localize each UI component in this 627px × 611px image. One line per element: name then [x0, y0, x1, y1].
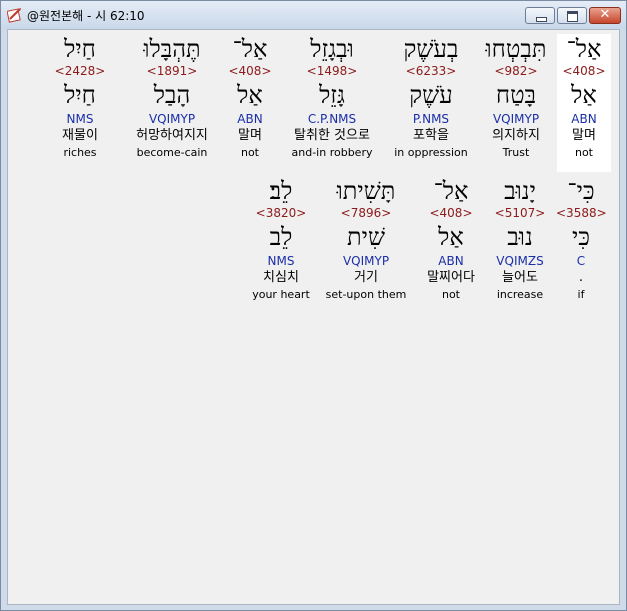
- title-bar[interactable]: @원전본해 - 시 62:10 ✕: [1, 1, 626, 29]
- hebrew-word: תֶּהְבָּלוּ: [143, 35, 201, 63]
- app-icon: [7, 8, 21, 23]
- close-icon: ✕: [599, 7, 611, 22]
- app-window: @원전본해 - 시 62:10 ✕ אַל־ <408> אַל ABN 말며 …: [0, 0, 627, 611]
- word-item[interactable]: אַל־ <408> אַל ABN 말며 not: [557, 34, 611, 172]
- hebrew-root: אַל: [571, 81, 597, 109]
- strong-number: <7896>: [340, 206, 392, 220]
- strong-number: <408>: [562, 64, 606, 78]
- korean-gloss: 거기: [354, 270, 378, 285]
- morph-code: VQIMZS: [496, 254, 544, 268]
- english-gloss: not: [240, 146, 259, 159]
- english-gloss: and-in robbery: [291, 146, 373, 159]
- hebrew-root: גָּזֵל: [319, 81, 345, 109]
- morph-code: VQIMYP: [492, 112, 540, 126]
- hebrew-word: לֵב׃: [269, 177, 293, 205]
- hebrew-word: אַל־: [433, 177, 469, 205]
- word-item[interactable]: לֵב׃ <3820> לֵב NMS 치심치 your heart: [246, 176, 316, 303]
- word-item[interactable]: בְעֹשֶׁק <6233> עֹשֶׁק P.NMS 포학을 in oppr…: [388, 34, 474, 161]
- hebrew-root: נוּב: [507, 223, 533, 251]
- hebrew-root: אַל: [237, 81, 263, 109]
- english-gloss: riches: [63, 146, 97, 159]
- word-item[interactable]: יָנוּב <5107> נוּב VQIMZS 늘어도 increase: [490, 176, 550, 303]
- english-gloss: become-cain: [136, 146, 208, 159]
- morph-code: P.NMS: [412, 112, 450, 126]
- korean-gloss: 말며: [238, 128, 262, 143]
- korean-gloss: 치심치: [263, 270, 299, 285]
- english-gloss: your heart: [252, 288, 310, 301]
- hebrew-word: כִּי־: [567, 177, 595, 205]
- word-item[interactable]: וּבְגָזֵל <1498> גָּזֵל C.P.NMS 탈취한 것으로 …: [282, 34, 382, 161]
- morph-code: ABN: [237, 112, 263, 126]
- maximize-button[interactable]: [557, 7, 587, 24]
- strong-number: <408>: [429, 206, 473, 220]
- korean-gloss: 늘어도: [502, 270, 538, 285]
- strong-number: <5107>: [494, 206, 546, 220]
- hebrew-word: יָנוּב: [504, 177, 536, 205]
- korean-gloss: 포학을: [413, 128, 449, 143]
- korean-gloss: 허망하여지지: [136, 128, 208, 143]
- hebrew-root: בָּטַח: [495, 81, 537, 109]
- morph-code: VQIMYP: [342, 254, 390, 268]
- korean-gloss: 의지하지: [492, 128, 540, 143]
- close-button[interactable]: ✕: [589, 7, 621, 24]
- english-gloss: increase: [496, 288, 544, 301]
- strong-number: <1498>: [306, 64, 358, 78]
- english-gloss: not: [574, 146, 593, 159]
- english-gloss: not: [441, 288, 460, 301]
- morph-code: NMS: [66, 112, 94, 126]
- english-gloss: in oppression: [394, 146, 468, 159]
- korean-gloss: 말며: [572, 128, 596, 143]
- hebrew-word: אַל־: [232, 35, 268, 63]
- interlinear-panel[interactable]: אַל־ <408> אַל ABN 말며 not תִּבְטְחוּ <98…: [7, 29, 620, 605]
- morph-code: ABN: [571, 112, 597, 126]
- hebrew-root: שִׁית: [347, 223, 385, 251]
- morph-code: NMS: [267, 254, 295, 268]
- strong-number: <3588>: [556, 206, 607, 220]
- hebrew-word: אַל־: [566, 35, 602, 63]
- hebrew-root: כִּי: [571, 223, 591, 251]
- morph-code: VQIMYP: [148, 112, 196, 126]
- word-item[interactable]: תָּשִׁיתוּ <7896> שִׁית VQIMYP 거기 set-up…: [320, 176, 412, 303]
- word-item[interactable]: אַל־ <408> אַל ABN 말며 not: [226, 34, 274, 161]
- strong-number: <1891>: [146, 64, 198, 78]
- hebrew-word: וּבְגָזֵל: [310, 35, 354, 63]
- word-item[interactable]: תֶּהְבָּלוּ <1891> הָבַל VQIMYP 허망하여지지 b…: [124, 34, 220, 161]
- window-title: @원전본해 - 시 62:10: [27, 9, 145, 23]
- english-gloss: if: [577, 288, 585, 301]
- word-item[interactable]: אַל־ <408> אַל ABN 말찌어다 not: [416, 176, 486, 303]
- hebrew-root: עֹשֶׁק: [409, 81, 453, 109]
- korean-gloss: 말찌어다: [427, 270, 475, 285]
- hebrew-root: לֵב: [269, 223, 293, 251]
- hebrew-word: תָּשִׁיתוּ: [336, 177, 396, 205]
- minimize-button[interactable]: [525, 7, 555, 24]
- hebrew-word: חַיִל: [64, 35, 96, 63]
- morph-code: C.P.NMS: [307, 112, 357, 126]
- word-item[interactable]: חַיִל <2428> חַיִל NMS 재물이 riches: [50, 34, 110, 161]
- word-item[interactable]: תִּבְטְחוּ <982> בָּטַח VQIMYP 의지하지 Trus…: [478, 34, 554, 161]
- english-gloss: Trust: [502, 146, 530, 159]
- korean-gloss: 탈취한 것으로: [294, 128, 370, 143]
- korean-gloss: 재물이: [62, 128, 98, 143]
- strong-number: <982>: [494, 64, 538, 78]
- hebrew-root: הָבַל: [153, 81, 191, 109]
- hebrew-root: אַל: [438, 223, 464, 251]
- morph-code: C: [576, 254, 586, 268]
- hebrew-word: בְעֹשֶׁק: [403, 35, 459, 63]
- strong-number: <6233>: [405, 64, 457, 78]
- strong-number: <408>: [228, 64, 272, 78]
- english-gloss: set-upon them: [325, 288, 407, 301]
- strong-number: <2428>: [54, 64, 106, 78]
- korean-gloss: .: [578, 270, 584, 285]
- hebrew-root: חַיִל: [64, 81, 96, 109]
- word-item[interactable]: כִּי־ <3588> כִּי C . if: [556, 176, 607, 303]
- strong-number: <3820>: [255, 206, 307, 220]
- hebrew-word: תִּבְטְחוּ: [485, 35, 547, 63]
- morph-code: ABN: [438, 254, 464, 268]
